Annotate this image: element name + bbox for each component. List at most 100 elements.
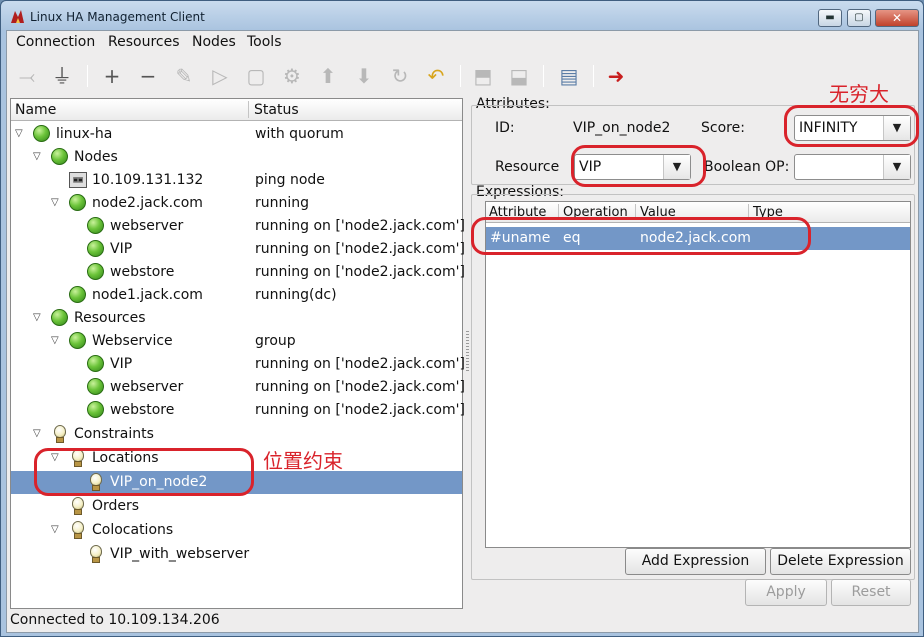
delete-expression-button[interactable]: Delete Expression bbox=[770, 548, 911, 575]
column-attribute[interactable]: Attribute bbox=[489, 205, 546, 220]
view-document-icon[interactable]: ▤ bbox=[556, 63, 582, 89]
tree-row-status: running on ['node2.jack.com'] bbox=[255, 264, 465, 280]
chevron-down-icon[interactable]: ▼ bbox=[663, 155, 690, 179]
group-status-icon bbox=[69, 332, 87, 350]
tree-row-ping-node[interactable]: ▣▣ 10.109.131.132 ping node bbox=[11, 169, 462, 192]
colocation-constraint-bulb-icon bbox=[87, 545, 105, 563]
start-icon[interactable]: ▷ bbox=[207, 63, 233, 89]
tree-row-resources[interactable]: ▽ Resources bbox=[11, 307, 462, 330]
tree-row-node2[interactable]: ▽ node2.jack.com running bbox=[11, 192, 462, 215]
node-standby-icon[interactable]: ⬒ bbox=[470, 63, 496, 89]
tree-row-label: node2.jack.com bbox=[92, 195, 203, 211]
move-up-icon[interactable]: ⬆ bbox=[315, 63, 341, 89]
tree-row-status: running on ['node2.jack.com'] bbox=[255, 402, 465, 418]
tree-row-constraints[interactable]: ▽ Constraints bbox=[11, 423, 462, 446]
toolbar-separator bbox=[593, 65, 594, 87]
tree-row-node2-webstore[interactable]: webstore running on ['node2.jack.com'] bbox=[11, 261, 465, 284]
tree-row-group-webserver[interactable]: webserver running on ['node2.jack.com'] bbox=[11, 376, 465, 399]
expand-toggle-icon[interactable]: ▽ bbox=[33, 428, 41, 439]
tree-row-label: webserver bbox=[110, 218, 184, 234]
expand-toggle-icon[interactable]: ▽ bbox=[33, 151, 41, 162]
toolbar-separator bbox=[460, 65, 461, 87]
tree-row-vip-with-webserver[interactable]: VIP_with_webserver bbox=[11, 543, 462, 566]
expressions-table[interactable]: Attribute Operation Value Type #uname eq… bbox=[485, 201, 911, 548]
expression-attribute: #uname bbox=[490, 230, 551, 246]
apply-button[interactable]: Apply bbox=[745, 579, 827, 606]
column-name[interactable]: Name bbox=[15, 102, 56, 118]
maximize-button[interactable]: ▢ bbox=[847, 9, 871, 27]
column-divider[interactable] bbox=[558, 204, 559, 220]
tree-row-linux-ha[interactable]: ▽ linux-ha with quorum bbox=[11, 123, 462, 146]
menu-connection[interactable]: Connection bbox=[16, 34, 95, 50]
cleanup-brush-icon[interactable]: ✎ bbox=[171, 63, 197, 89]
expand-toggle-icon[interactable]: ▽ bbox=[51, 524, 59, 535]
resource-combobox[interactable]: VIP ▼ bbox=[574, 154, 691, 180]
logout-plug-icon[interactable]: ⏚ bbox=[49, 63, 75, 89]
constraints-bulb-icon bbox=[51, 425, 69, 443]
tree-row-webservice[interactable]: ▽ Webservice group bbox=[11, 330, 462, 353]
status-bar: Connected to 10.109.134.206 bbox=[7, 610, 918, 632]
score-combobox[interactable]: INFINITY ▼ bbox=[794, 115, 911, 141]
tree-row-status: running bbox=[255, 195, 310, 211]
expand-toggle-icon[interactable]: ▽ bbox=[51, 452, 59, 463]
tree-row-status: running on ['node2.jack.com'] bbox=[255, 218, 465, 234]
node-active-icon[interactable]: ⬓ bbox=[506, 63, 532, 89]
add-icon[interactable]: + bbox=[99, 63, 125, 89]
expand-toggle-icon[interactable]: ▽ bbox=[51, 335, 59, 346]
annotation-infinity-note: 无穷大 bbox=[829, 82, 889, 106]
redo-icon[interactable]: ↻ bbox=[387, 63, 413, 89]
tree-row-status: group bbox=[255, 333, 296, 349]
close-button[interactable]: ✕ bbox=[875, 9, 919, 27]
toolbar: ⤙ ⏚ + − ✎ ▷ ▢ ⚙ ⬆ ⬇ ↻ ↶ ⬒ ⬓ ▤ ➜ bbox=[7, 57, 918, 95]
tree-row-status: ping node bbox=[255, 172, 325, 188]
tree-row-node1[interactable]: node1.jack.com running(dc) bbox=[11, 284, 462, 307]
boolean-op-combobox[interactable]: ▼ bbox=[794, 154, 911, 180]
title-bar[interactable]: Linux HA Management Client ▬ ▢ ✕ bbox=[1, 1, 923, 31]
panel-splitter-handle[interactable] bbox=[466, 331, 469, 371]
column-divider[interactable] bbox=[248, 101, 249, 118]
resources-status-icon bbox=[51, 309, 69, 327]
tree-row-node2-vip[interactable]: VIP running on ['node2.jack.com'] bbox=[11, 238, 465, 261]
tree-row-label: Constraints bbox=[74, 426, 154, 442]
remove-icon[interactable]: − bbox=[135, 63, 161, 89]
column-value[interactable]: Value bbox=[640, 205, 676, 220]
undo-icon[interactable]: ↶ bbox=[423, 63, 449, 89]
menu-resources[interactable]: Resources bbox=[108, 34, 180, 50]
exit-door-icon[interactable]: ➜ bbox=[603, 63, 629, 89]
column-status[interactable]: Status bbox=[254, 102, 299, 118]
tree-row-node2-webserver[interactable]: webserver running on ['node2.jack.com'] bbox=[11, 215, 465, 238]
tree-row-nodes[interactable]: ▽ Nodes bbox=[11, 146, 462, 169]
tree-row-label: VIP bbox=[110, 356, 133, 372]
column-divider[interactable] bbox=[635, 204, 636, 220]
cluster-tree[interactable]: Name Status ▽ linux-ha with quorum ▽ Nod… bbox=[10, 98, 465, 609]
chevron-down-icon[interactable]: ▼ bbox=[883, 155, 910, 179]
resource-status-icon bbox=[87, 217, 105, 235]
resource-status-icon bbox=[87, 378, 105, 396]
tree-row-colocations[interactable]: ▽ Colocations bbox=[11, 519, 462, 542]
column-type[interactable]: Type bbox=[753, 205, 783, 220]
login-icon[interactable]: ⤙ bbox=[14, 63, 40, 89]
tree-row-group-webstore[interactable]: webstore running on ['node2.jack.com'] bbox=[11, 399, 465, 422]
move-down-icon[interactable]: ⬇ bbox=[351, 63, 377, 89]
stop-icon[interactable]: ▢ bbox=[243, 63, 269, 89]
orders-bulb-icon bbox=[69, 497, 87, 515]
expand-toggle-icon[interactable]: ▽ bbox=[15, 128, 23, 139]
minimize-button[interactable]: ▬ bbox=[818, 9, 842, 27]
column-divider[interactable] bbox=[748, 204, 749, 220]
tree-row-group-vip[interactable]: VIP running on ['node2.jack.com'] bbox=[11, 353, 465, 376]
tree-row-status: running on ['node2.jack.com'] bbox=[255, 356, 465, 372]
settings-gears-icon[interactable]: ⚙ bbox=[279, 63, 305, 89]
menu-tools[interactable]: Tools bbox=[247, 34, 282, 50]
add-expression-button[interactable]: Add Expression bbox=[625, 548, 766, 575]
tree-row-orders[interactable]: Orders bbox=[11, 495, 462, 518]
reset-button[interactable]: Reset bbox=[831, 579, 911, 606]
menu-nodes[interactable]: Nodes bbox=[192, 34, 236, 50]
tree-row-vip-on-node2[interactable]: VIP_on_node2 bbox=[11, 471, 462, 494]
expand-toggle-icon[interactable]: ▽ bbox=[51, 197, 59, 208]
chevron-down-icon[interactable]: ▼ bbox=[883, 116, 910, 140]
expand-toggle-icon[interactable]: ▽ bbox=[33, 312, 41, 323]
tree-row-locations[interactable]: ▽ Locations bbox=[11, 447, 462, 470]
expression-row[interactable]: #uname eq node2.jack.com bbox=[486, 227, 910, 250]
column-operation[interactable]: Operation bbox=[563, 205, 628, 220]
score-label: Score: bbox=[701, 120, 745, 136]
